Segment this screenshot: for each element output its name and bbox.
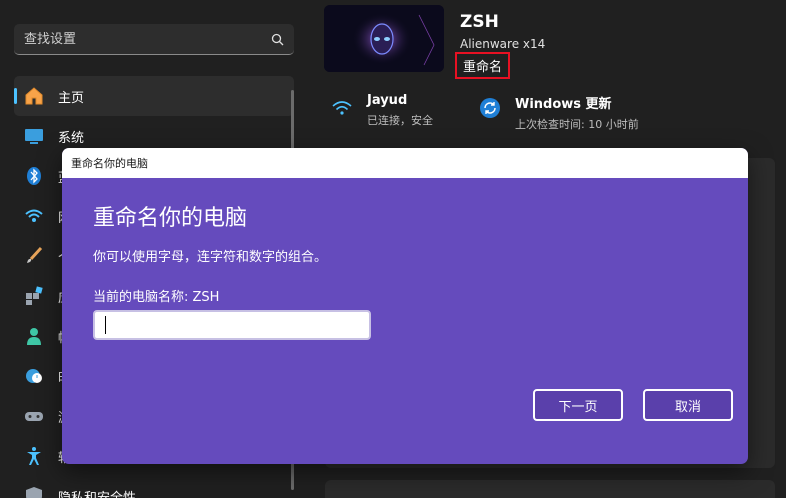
time-language-icon xyxy=(24,366,44,386)
pc-name-input[interactable] xyxy=(93,310,371,340)
shield-icon xyxy=(24,486,44,498)
update-status[interactable]: Windows 更新 上次检查时间: 10 小时前 xyxy=(479,93,639,132)
update-title: Windows 更新 xyxy=(515,97,612,112)
device-name: ZSH xyxy=(460,12,499,32)
dialog-heading: 重命名你的电脑 xyxy=(93,206,248,231)
sidebar-item-home[interactable]: 主页 xyxy=(14,76,294,116)
device-thumbnail xyxy=(324,5,444,72)
network-state: 已连接，安全 xyxy=(367,114,433,127)
bluetooth-icon xyxy=(24,166,44,186)
network-status[interactable]: Jayud 已连接，安全 xyxy=(331,93,433,128)
next-button[interactable]: 下一页 xyxy=(533,389,623,421)
text-caret xyxy=(105,316,106,334)
dialog-description: 你可以使用字母，连字符和数字的组合。 xyxy=(93,250,328,265)
account-icon xyxy=(24,326,44,346)
system-icon xyxy=(24,126,44,146)
home-icon xyxy=(24,86,44,106)
wifi-icon xyxy=(331,97,353,119)
network-name: Jayud xyxy=(367,93,408,108)
accessibility-icon xyxy=(24,446,44,466)
sidebar-item-label: 系统 xyxy=(58,130,85,146)
rename-link[interactable]: 重命名 xyxy=(455,52,510,79)
wifi-icon xyxy=(24,206,44,226)
search-input[interactable] xyxy=(24,31,270,47)
cancel-button[interactable]: 取消 xyxy=(643,389,733,421)
device-model: Alienware x14 xyxy=(460,37,546,51)
sidebar-item-privacy[interactable]: 隐私和安全性 xyxy=(14,476,294,498)
rename-dialog: 重命名你的电脑 重命名你的电脑 你可以使用字母，连字符和数字的组合。 当前的电脑… xyxy=(62,148,748,464)
sidebar-item-label: 隐私和安全性 xyxy=(58,490,137,498)
content-card-bottom xyxy=(325,480,775,498)
search-icon[interactable] xyxy=(270,32,284,46)
dialog-titlebar: 重命名你的电脑 xyxy=(62,148,748,178)
current-name-label: 当前的电脑名称: ZSH xyxy=(93,290,220,305)
brush-icon xyxy=(24,246,44,266)
search-box[interactable] xyxy=(14,24,294,55)
update-last-check: 上次检查时间: 10 小时前 xyxy=(515,118,639,131)
sync-icon xyxy=(479,97,501,119)
sidebar-item-label: 主页 xyxy=(58,90,85,106)
gaming-icon xyxy=(24,406,44,426)
apps-icon xyxy=(24,286,44,306)
